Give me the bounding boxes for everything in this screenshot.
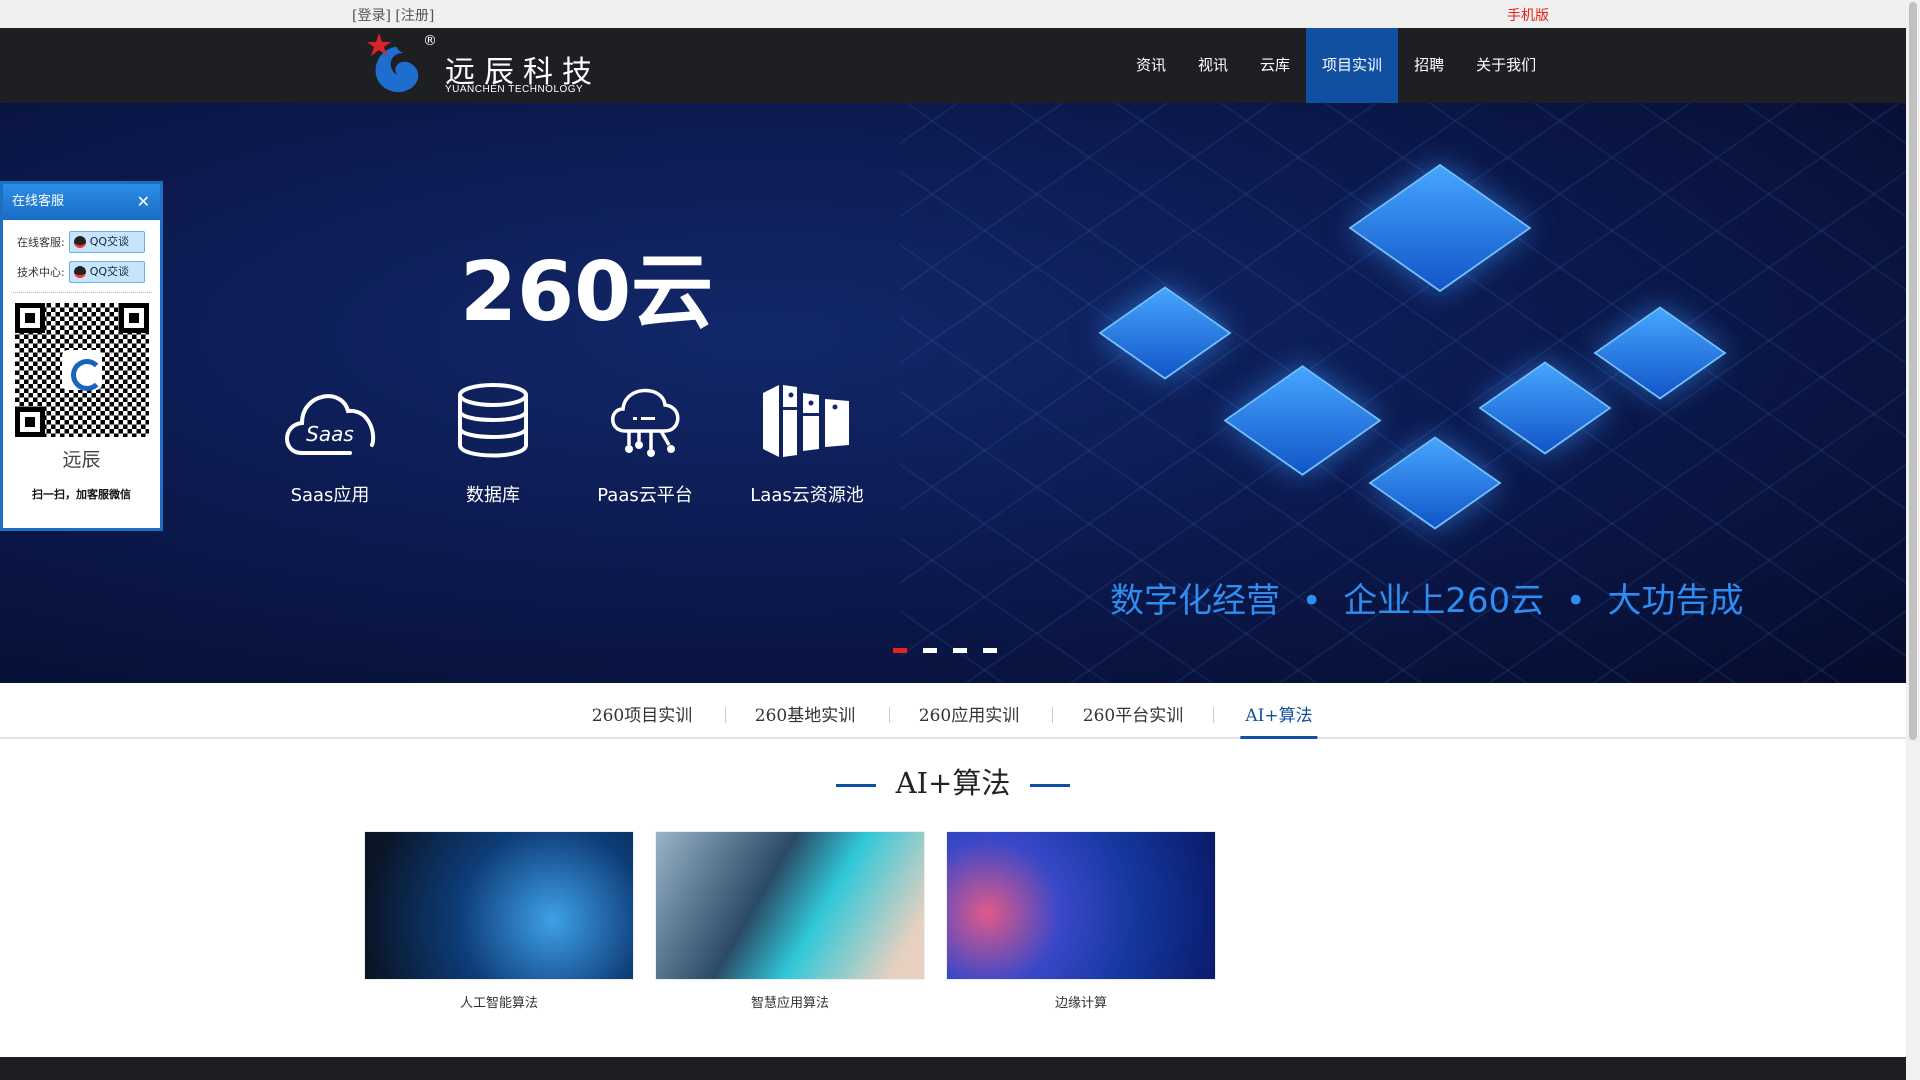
footer [0,1057,1906,1080]
wechat-qr-code [14,303,149,437]
cloud-saas-icon: Saas [285,394,376,455]
panel-title: 在线客服 [12,194,65,209]
carousel-dot-4[interactable] [983,648,997,653]
feature-paas: Paas云平台 [565,383,725,507]
tab-separator [1213,707,1214,723]
service-label: 技术中心: [17,266,65,279]
carousel-dots [893,648,997,653]
scrollbar[interactable] [1906,0,1920,1080]
feature-label: Laas云资源池 [750,485,864,506]
nav-item-news[interactable]: 资讯 [1120,28,1182,103]
feature-database: 数据库 [413,383,573,507]
top-bar: [登录] [注册] 手机版 [0,0,1906,28]
banner-title: 260云 [460,245,714,340]
nav-item-projects[interactable]: 项目实训 [1306,28,1399,103]
registered-mark: ® [423,33,437,49]
feature-label: 数据库 [466,485,520,506]
hero-banner[interactable]: 260云 Saas Saas应用 数据库 Paas云平台 Laas云资源池 数字… [0,103,1906,683]
logo-subtext: YUANCHEN TECHNOLOGY [445,84,584,95]
qq-chat-button[interactable]: QQ交谈 [68,261,145,283]
tab-application-training[interactable]: 260应用实训 [919,701,1019,726]
qq-penguin-icon [73,236,86,248]
tab-platform-training[interactable]: 260平台实训 [1083,701,1183,726]
card-smart-application[interactable]: 智慧应用算法 [655,831,925,1011]
online-service-panel: 在线客服 ✕ 在线客服: QQ交谈 技术中心: QQ交谈 远辰 扫一扫，加客服微… [0,181,163,531]
tab-separator [725,707,726,723]
tab-ai-algorithm[interactable]: AI+算法 [1240,701,1318,739]
tab-base-training[interactable]: 260基地实训 [755,701,855,726]
carousel-dot-3[interactable] [953,648,967,653]
carousel-dot-1[interactable] [893,648,907,653]
database-icon [458,383,528,458]
login-register-link[interactable]: [登录] [注册] [352,5,434,25]
mobile-version-link[interactable]: 手机版 [1507,5,1549,25]
section-title: AI+算法 [895,766,1011,800]
card-ai-algorithm[interactable]: 人工智能算法 [364,831,634,1011]
feature-saas: Saas Saas应用 [250,383,410,507]
heading-line-left [835,783,876,787]
main-nav: ® 远辰科技 YUANCHEN TECHNOLOGY 资讯 视讯 云库 项目实训… [0,28,1906,103]
nav-item-about[interactable]: 关于我们 [1460,28,1552,103]
qq-chat-button[interactable]: QQ交谈 [68,231,145,253]
card-image[interactable] [655,831,925,980]
card-image[interactable] [946,831,1216,980]
category-tabs: 260项目实训 260基地实训 260应用实训 260平台实训 AI+算法 [0,683,1906,739]
nav-item-cloud-library[interactable]: 云库 [1244,28,1306,103]
nav-item-video[interactable]: 视讯 [1182,28,1244,103]
section-heading: AI+算法 [0,760,1906,802]
feature-iaas: Laas云资源池 [727,383,887,507]
service-row: 技术中心: QQ交谈 [17,260,160,284]
service-name: 远辰 [62,449,101,471]
feature-label: Saas应用 [290,485,370,506]
logo[interactable]: ® 远辰科技 YUANCHEN TECHNOLOGY [365,33,605,99]
card-caption[interactable]: 智慧应用算法 [655,992,925,1011]
heading-line-right [1030,783,1071,787]
banner-slogan: 数字化经营 • 企业上260云 • 大功告成 [1110,581,1744,621]
tab-separator [1052,707,1053,723]
feature-label: Paas云平台 [597,485,693,506]
card-caption[interactable]: 人工智能算法 [364,992,634,1011]
server-rack-icon [763,385,849,457]
svg-text:Saas: Saas [306,422,354,446]
close-icon[interactable]: ✕ [137,184,150,220]
qq-penguin-icon [73,266,86,278]
scrollbar-thumb[interactable] [1909,2,1917,740]
qr-tip: 扫一扫，加客服微信 [32,488,131,501]
card-caption[interactable]: 边缘计算 [946,992,1216,1011]
nav-item-jobs[interactable]: 招聘 [1398,28,1460,103]
card-image[interactable] [364,831,634,980]
cloud-network-icon [611,388,680,457]
panel-header: 在线客服 ✕ [3,184,160,220]
divider [11,292,152,293]
tab-project-training[interactable]: 260项目实训 [592,701,692,726]
service-label: 在线客服: [17,236,65,249]
card-edge-computing[interactable]: 边缘计算 [946,831,1216,1011]
nav-menu: 资讯 视讯 云库 项目实训 招聘 关于我们 [1120,28,1552,103]
carousel-dot-2[interactable] [923,648,937,653]
service-row: 在线客服: QQ交谈 [17,230,160,254]
tab-separator [889,707,890,723]
